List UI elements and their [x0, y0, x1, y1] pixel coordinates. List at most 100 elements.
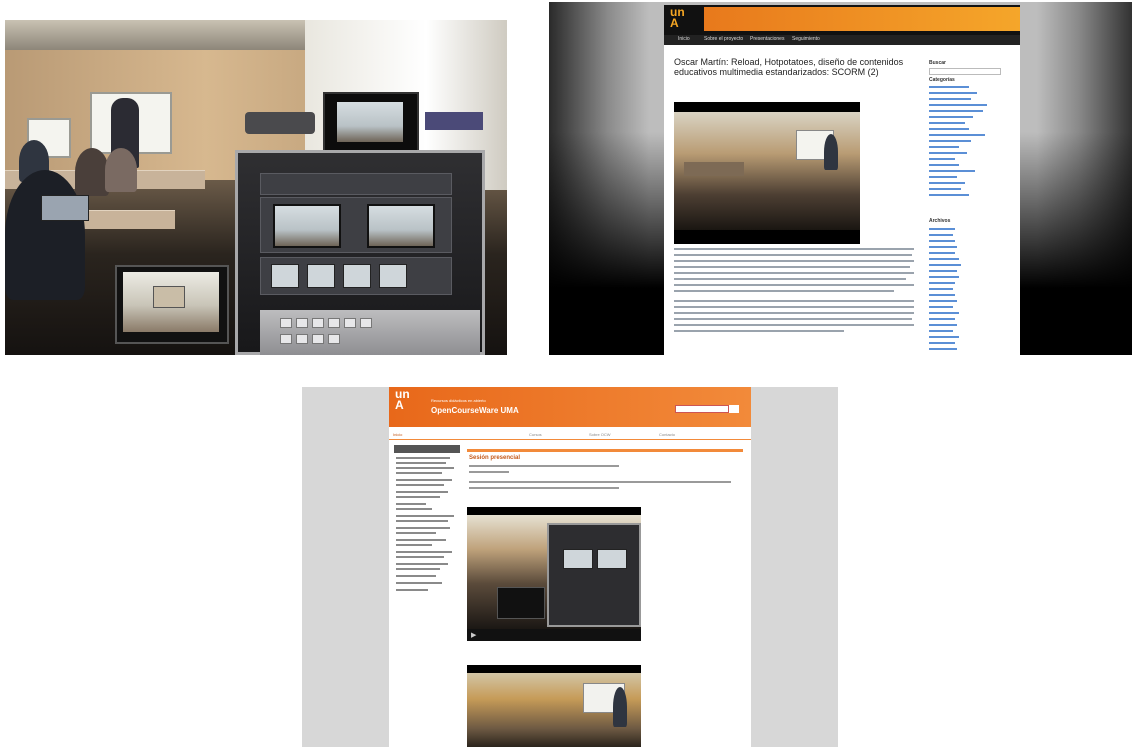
video-controls[interactable]: ▶: [467, 629, 641, 641]
sidebar-link[interactable]: [396, 520, 448, 522]
text-line: [469, 487, 619, 489]
play-icon[interactable]: ▶: [471, 631, 476, 639]
sidebar-link[interactable]: [929, 294, 955, 296]
sidebar-link[interactable]: [396, 508, 432, 510]
sidebar-link[interactable]: [929, 86, 969, 88]
sidebar-link[interactable]: [929, 170, 975, 172]
sidebar-link[interactable]: [929, 110, 983, 112]
video-player[interactable]: ▶: [467, 507, 641, 641]
sidebar-link[interactable]: [929, 258, 959, 260]
sidebar-link[interactable]: [396, 556, 444, 558]
sidebar-link[interactable]: [929, 146, 959, 148]
tab[interactable]: Cursos: [529, 432, 542, 437]
sidebar-link[interactable]: [929, 134, 985, 136]
sidebar-link[interactable]: [396, 582, 442, 584]
sidebar-link[interactable]: [929, 312, 959, 314]
sidebar-link[interactable]: [396, 503, 426, 505]
sidebar-link[interactable]: [396, 457, 450, 459]
sidebar-link[interactable]: [396, 527, 450, 529]
post-title[interactable]: Oscar Martín: Reload, Hotpotatoes, diseñ…: [674, 57, 914, 77]
sidebar-link[interactable]: [929, 98, 971, 100]
tab[interactable]: Inicio: [393, 432, 402, 437]
sidebar-link[interactable]: [929, 348, 957, 350]
sidebar-link[interactable]: [929, 264, 961, 266]
rack-unit-monitors: [260, 197, 452, 253]
nav-item[interactable]: Sobre el proyecto: [704, 36, 743, 42]
sidebar-link[interactable]: [929, 228, 955, 230]
sidebar-link[interactable]: [929, 240, 955, 242]
text-line: [469, 481, 731, 483]
sidebar-link[interactable]: [929, 246, 957, 248]
sidebar-link[interactable]: [396, 515, 454, 517]
sidebar-link[interactable]: [929, 104, 987, 106]
mixer-button: [312, 318, 324, 328]
sidebar-link[interactable]: [929, 324, 957, 326]
ocw-brand[interactable]: OpenCourseWare UMA: [431, 406, 519, 415]
text-line: [674, 248, 914, 250]
sidebar-link[interactable]: [929, 318, 955, 320]
rack-monitor-right: [367, 204, 435, 248]
sidebar-search-input[interactable]: [929, 68, 1001, 75]
sidebar-link[interactable]: [929, 234, 953, 236]
sidebar-link[interactable]: [929, 288, 953, 290]
search-button[interactable]: [729, 405, 739, 413]
sidebar-link[interactable]: [396, 575, 436, 577]
sidebar-link[interactable]: [929, 182, 965, 184]
text-line: [674, 306, 914, 308]
sidebar-link[interactable]: [929, 116, 973, 118]
sidebar-link[interactable]: [929, 152, 967, 154]
sidebar-link[interactable]: [929, 336, 959, 338]
text-line: [674, 290, 894, 292]
sidebar-link[interactable]: [929, 164, 959, 166]
sidebar-link[interactable]: [396, 563, 448, 565]
search-input[interactable]: [675, 405, 729, 413]
laptop-screen-video: [153, 286, 185, 308]
sidebar-link[interactable]: [396, 532, 436, 534]
sidebar-link[interactable]: [929, 140, 971, 142]
sidebar-link[interactable]: [396, 539, 446, 541]
sidebar-link[interactable]: [396, 568, 440, 570]
rack-unit: [260, 173, 452, 195]
nav-item[interactable]: Presentaciones: [750, 36, 784, 42]
sidebar-link[interactable]: [929, 176, 957, 178]
sidebar-link[interactable]: [396, 479, 452, 481]
sidebar-link[interactable]: [929, 252, 955, 254]
tab[interactable]: Sobre OCW: [589, 432, 611, 437]
sidebar-link[interactable]: [396, 462, 446, 464]
blog-logo[interactable]: un A: [670, 6, 685, 29]
mixer-button: [360, 318, 372, 328]
sidebar-link[interactable]: [929, 342, 955, 344]
mixer-button: [344, 318, 356, 328]
sidebar-link[interactable]: [396, 472, 442, 474]
video-player[interactable]: [467, 665, 641, 747]
rack-unit-previews: [260, 257, 452, 295]
rack-monitor-left-screen: [275, 206, 339, 246]
sidebar-link[interactable]: [396, 496, 440, 498]
sidebar-link[interactable]: [396, 544, 432, 546]
preview-thumb: [343, 264, 371, 288]
blog-video-player[interactable]: [674, 102, 860, 244]
tab[interactable]: Contacto: [659, 432, 675, 437]
sidebar-link[interactable]: [929, 306, 953, 308]
ocw-header: un A Recursos didácticos en abierto Open…: [389, 387, 751, 427]
sidebar-link[interactable]: [929, 300, 957, 302]
sidebar-link[interactable]: [929, 282, 955, 284]
sidebar-link[interactable]: [929, 194, 969, 196]
sidebar-link[interactable]: [929, 122, 965, 124]
sidebar-link[interactable]: [929, 92, 977, 94]
sidebar-link[interactable]: [929, 188, 961, 190]
sidebar-link[interactable]: [396, 589, 428, 591]
sidebar-link[interactable]: [929, 158, 955, 160]
ocw-sidebar-heading: [394, 445, 460, 453]
sidebar-link[interactable]: [396, 484, 444, 486]
nav-item[interactable]: Inicio: [678, 36, 690, 42]
sidebar-link[interactable]: [396, 551, 452, 553]
sidebar-link[interactable]: [929, 276, 959, 278]
sidebar-link[interactable]: [396, 491, 448, 493]
sidebar-link[interactable]: [929, 128, 969, 130]
sidebar-link[interactable]: [929, 330, 953, 332]
sidebar-link[interactable]: [396, 467, 454, 469]
sidebar-link[interactable]: [929, 270, 957, 272]
ocw-logo[interactable]: un A: [395, 388, 410, 411]
nav-item[interactable]: Seguimiento: [792, 36, 820, 42]
